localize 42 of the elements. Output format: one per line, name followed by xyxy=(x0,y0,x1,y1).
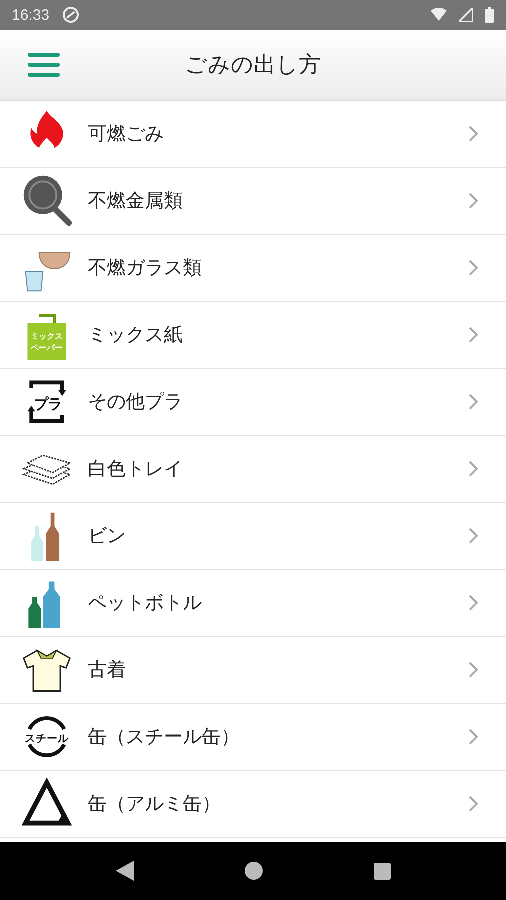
category-label: その他プラ xyxy=(88,390,184,415)
category-item[interactable]: 白色トレイ xyxy=(0,436,506,503)
category-item[interactable]: 缶（アルミ缶） xyxy=(0,771,506,838)
category-item[interactable]: スチール 缶（スチール缶） xyxy=(0,704,506,771)
category-label: 不燃ガラス類 xyxy=(88,256,203,281)
wifi-icon xyxy=(431,8,447,22)
recents-icon[interactable] xyxy=(374,862,390,880)
chevron-icon xyxy=(468,795,480,813)
category-label: ビン xyxy=(88,524,127,549)
back-icon[interactable] xyxy=(116,861,134,881)
chevron-icon xyxy=(468,393,480,411)
category-label: ペットボトル xyxy=(88,591,203,616)
chevron-icon xyxy=(468,192,480,210)
clock: 16:33 xyxy=(12,6,50,24)
category-item[interactable]: 古着 xyxy=(0,637,506,704)
category-label: 缶（スチール缶） xyxy=(88,725,241,750)
category-label: 缶（アルミ缶） xyxy=(88,792,222,817)
category-label: ミックス紙 xyxy=(88,323,184,348)
battery-icon xyxy=(485,7,494,23)
category-label: 可燃ごみ xyxy=(88,122,165,147)
chevron-icon xyxy=(468,125,480,143)
category-label: 不燃金属類 xyxy=(88,189,184,214)
category-item[interactable]: 可燃ごみ xyxy=(0,101,506,168)
chevron-icon xyxy=(468,259,480,277)
chevron-icon xyxy=(468,661,480,679)
category-item[interactable]: ミックス ペーパー ミックス紙 xyxy=(0,302,506,369)
screen-title: ごみの出し方 xyxy=(184,52,322,80)
chevron-icon xyxy=(468,326,480,344)
category-item[interactable]: ビン xyxy=(0,503,506,570)
category-label: 古着 xyxy=(88,658,127,683)
category-item[interactable]: プラ その他プラ xyxy=(0,369,506,436)
category-item[interactable]: 不燃ガラス類 xyxy=(0,235,506,302)
category-label: 白色トレイ xyxy=(88,457,184,482)
chevron-icon xyxy=(468,594,480,612)
chevron-icon xyxy=(468,460,480,478)
category-item[interactable]: 不燃金属類 xyxy=(0,168,506,235)
signal-icon xyxy=(459,8,473,22)
category-item[interactable]: ペットボトル xyxy=(0,570,506,637)
chevron-icon xyxy=(468,728,480,746)
menu-icon[interactable] xyxy=(28,53,60,77)
chevron-icon xyxy=(468,527,480,545)
home-icon[interactable] xyxy=(244,862,262,880)
